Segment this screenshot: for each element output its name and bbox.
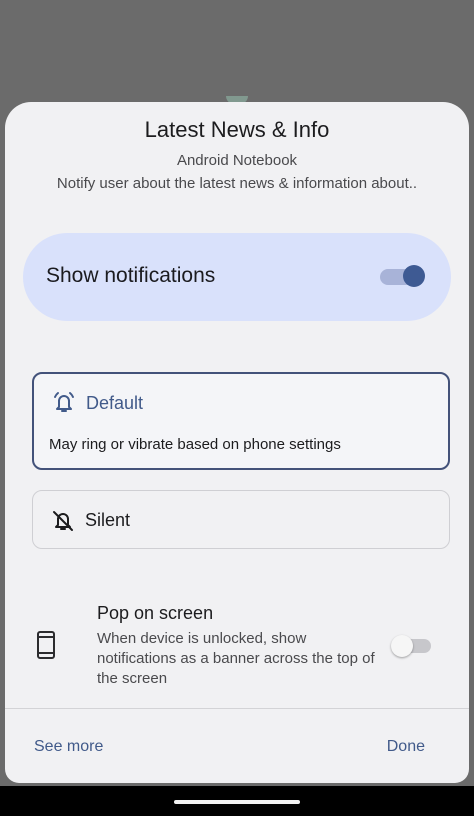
switch-thumb [391, 635, 413, 657]
bell-ringing-icon [51, 390, 77, 421]
option-silent[interactable]: Silent [32, 490, 450, 549]
app-name: Android Notebook [176, 152, 298, 169]
option-silent-title: Silent [85, 510, 131, 530]
option-default-subtitle: May ring or vibrate based on phone setti… [49, 436, 341, 453]
home-gesture-handle[interactable] [174, 800, 300, 804]
see-more-button[interactable]: See more [34, 738, 103, 756]
show-notifications-label: Show notifications [46, 264, 216, 287]
navigation-bar [0, 786, 474, 816]
phone-icon [34, 630, 58, 665]
dialog-title: Latest News & Info [144, 117, 330, 142]
bell-off-icon [50, 508, 76, 539]
show-notifications-switch[interactable] [380, 265, 425, 287]
show-notifications-row[interactable]: Show notifications [23, 233, 451, 321]
pop-on-screen-title: Pop on screen [97, 603, 214, 623]
footer-divider [5, 708, 469, 709]
notification-channel-dialog: Latest News & Info Android Notebook Noti… [5, 102, 469, 783]
option-default-title: Default [86, 393, 144, 413]
pop-on-screen-switch[interactable] [391, 635, 431, 657]
option-default[interactable]: Default May ring or vibrate based on pho… [32, 372, 450, 470]
switch-thumb [403, 265, 425, 287]
done-button[interactable]: Done [387, 738, 425, 756]
pop-on-screen-description: When device is unlocked, show notificati… [97, 630, 375, 687]
channel-description: Notify user about the latest news & info… [56, 175, 418, 192]
